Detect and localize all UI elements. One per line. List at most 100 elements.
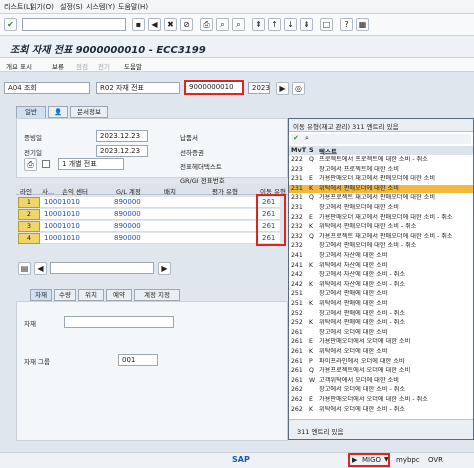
cancel-icon[interactable]: ⊘ [180,18,193,31]
grid-search-field[interactable] [50,262,154,274]
chevron-down-icon[interactable]: ▼ [384,456,389,463]
popup-list-item[interactable]: 223 창고에서 프로젝트에 대한 소비 [289,166,473,174]
last-page-icon[interactable]: ⇟ [300,18,313,31]
ref-doc-select[interactable]: R02 자재 전표 [96,82,180,94]
table-row[interactable]: 1000 1010 890000 261 [40,209,280,220]
table-row[interactable]: 1000 1010 890000 261 [40,197,280,208]
material-group-field[interactable]: 001 [118,354,158,366]
row-line-1[interactable]: 1 [18,197,40,208]
tab-doc-info[interactable]: 문서정보 [70,106,108,118]
popup-cell-text: 가용프로젝트 재고에서 판매오더에 대한 소비 - 취소 [319,232,453,240]
layout-icon[interactable]: ▦ [356,18,369,31]
popup-list-item[interactable]: 231 창고에서 판매오더에 대한 소비 [289,204,473,212]
tab-vendor[interactable]: 👤 [48,106,68,118]
command-field[interactable] [22,18,126,31]
popup-list-item[interactable]: 261 W 고객위탁에서 오더에 대한 소비 [289,377,473,385]
popup-list-item[interactable]: 262 K 위탁에서 오더에 대한 소비 - 취소 [289,406,473,414]
row-line-2[interactable]: 2 [18,209,40,220]
tab-where[interactable]: 위치 [78,289,104,301]
mode-label[interactable]: OVR [428,456,443,464]
popup-list-item[interactable]: 232 E 가용판매오더 재고에서 판매오더에 대한 소비 - 취소 [289,214,473,222]
enter-icon[interactable]: ✔ [4,18,17,31]
popup-list-item[interactable]: 251 K 위탁에서 판매에 대한 소비 [289,300,473,308]
row-line-3[interactable]: 3 [18,221,40,232]
help-button[interactable]: 도움말 [124,61,142,71]
cell-profit-center: 1010 [62,234,80,242]
next-page-icon[interactable]: ↓ [284,18,297,31]
first-page-icon[interactable]: ⇞ [252,18,265,31]
popup-list-item[interactable]: 232 K 위탁에서 판매오더에 대한 소비 - 취소 [289,223,473,231]
popup-list-item[interactable]: 262 창고에서 오더에 대한 소비 - 취소 [289,386,473,394]
tcode-label[interactable]: MIGO [362,456,381,464]
popup-ok-icon[interactable]: ✔ [293,134,299,142]
row-line-4[interactable]: 4 [18,233,40,244]
tab-account-assignment[interactable]: 계정 지정 [134,289,180,301]
menu-system[interactable]: 시스템(Y) [86,2,115,12]
glasses-icon[interactable]: ◎ [292,82,305,95]
mvt-highlight [256,194,286,246]
grid-next-icon[interactable]: ▶ [158,262,171,275]
doc-date-field[interactable]: 2023.12.23 [96,130,148,142]
back-icon[interactable]: ◀ [148,18,161,31]
table-row[interactable]: 1000 1010 890000 261 [40,233,280,244]
menu-settings[interactable]: 설정(S) [60,2,83,12]
new-session-icon[interactable]: □ [320,18,333,31]
popup-list-item[interactable]: 241 창고에서 자산에 대한 소비 [289,252,473,260]
tab-reservation[interactable]: 예약 [106,289,132,301]
popup-list-item[interactable]: 251 창고에서 판매에 대한 소비 [289,290,473,298]
post-button[interactable]: 전기 [98,61,110,71]
grid-prev-icon[interactable]: ◀ [34,262,47,275]
application-toolbar: 개요 표시 보류 점검 전기 도움말 [0,58,474,72]
execute-icon[interactable]: ▶ [276,82,289,95]
popup-list-item[interactable]: 231 Q 가용프로젝트 재고에서 판매오더에 대한 소비 [289,194,473,202]
popup-list-item[interactable]: 222 Q 프로젝트에서 프로젝트에 대한 소비 - 취소 [289,156,473,164]
find-next-icon[interactable]: ⌕ [232,18,245,31]
print-version-select[interactable]: 1 개별 전표 [58,158,124,170]
tab-quantity[interactable]: 수량 [54,289,76,301]
post-date-field[interactable]: 2023.12.23 [96,145,148,157]
print-icon[interactable]: ⎙ [200,18,213,31]
popup-list-item[interactable]: 231 E 가용판매오더 재고에서 판매오더에 대한 소비 [289,175,473,183]
popup-list-item[interactable]: 252 창고에서 판매에 대한 소비 - 취소 [289,310,473,318]
tab-general[interactable]: 일반 [16,106,46,118]
popup-list-item[interactable]: 232 창고에서 판매오더에 대한 소비 - 취소 [289,242,473,250]
menu-list[interactable]: 리스트(L) [4,2,33,12]
menu-read[interactable]: 읽기(O) [30,2,54,12]
save-icon[interactable]: ▪ [132,18,145,31]
popup-list-item[interactable]: 242 창고에서 자산에 대한 소비 - 취소 [289,271,473,279]
overview-button[interactable]: 개요 표시 [6,61,32,71]
print-checkbox[interactable] [42,160,50,168]
popup-list-item[interactable]: 261 P 파이프라인에서 오더에 대한 소비 [289,358,473,366]
popup-filter-icon[interactable]: ⌕ [305,134,309,143]
exit-icon[interactable]: ✖ [164,18,177,31]
popup-cell-mvt: 223 [291,165,303,173]
popup-list-item[interactable]: 242 K 위탁에서 자산에 대한 소비 - 취소 [289,281,473,289]
play-icon[interactable]: ▶ [352,456,357,464]
popup-list-item[interactable]: 231 K 위탁에서 판매오더에 대한 소비 [289,184,473,193]
doc-number-field[interactable]: 9000000010 [184,80,244,95]
menu-help[interactable]: 도움말(H) [118,2,148,12]
material-field[interactable] [64,316,174,328]
grid-select-icon[interactable]: ▤ [18,262,31,275]
hold-button[interactable]: 보류 [52,61,64,71]
popup-list-item[interactable]: 252 K 위탁에서 판매에 대한 소비 - 취소 [289,319,473,327]
popup-list-item[interactable]: 241 K 위탁에서 자산에 대한 소비 [289,262,473,270]
popup-list-item[interactable]: 232 Q 가용프로젝트 재고에서 판매오더에 대한 소비 - 취소 [289,233,473,241]
action-select[interactable]: A04 조회 [4,82,90,94]
year-field[interactable]: 2023 [248,82,270,94]
popup-cell-mvt: 232 [291,242,303,250]
popup-list-item[interactable]: 262 E 가용판매오더에서 오더에 대한 소비 - 취소 [289,396,473,404]
popup-list-item[interactable]: 261 창고에서 오더에 대한 소비 [289,329,473,337]
tab-material[interactable]: 자재 [30,289,52,301]
check-button[interactable]: 점검 [76,61,88,71]
popup-list-item[interactable]: 261 Q 가용프로젝트에서 오더에 대한 소비 [289,367,473,375]
find-icon[interactable]: ⌕ [216,18,229,31]
popup-list-item[interactable]: 261 K 위탁에서 오더에 대한 소비 [289,348,473,356]
print-option-icon[interactable]: ⎙ [24,158,37,171]
table-row[interactable]: 1000 1010 890000 261 [40,221,280,232]
popup-cell-text: 위탁에서 판매에 대한 소비 - 취소 [319,319,406,327]
prev-page-icon[interactable]: ↑ [268,18,281,31]
help-icon[interactable]: ? [340,18,353,31]
popup-cell-text: 위탁에서 판매에 대한 소비 [319,300,388,307]
popup-list-item[interactable]: 261 E 가용판매오더에서 오더에 대한 소비 [289,338,473,346]
